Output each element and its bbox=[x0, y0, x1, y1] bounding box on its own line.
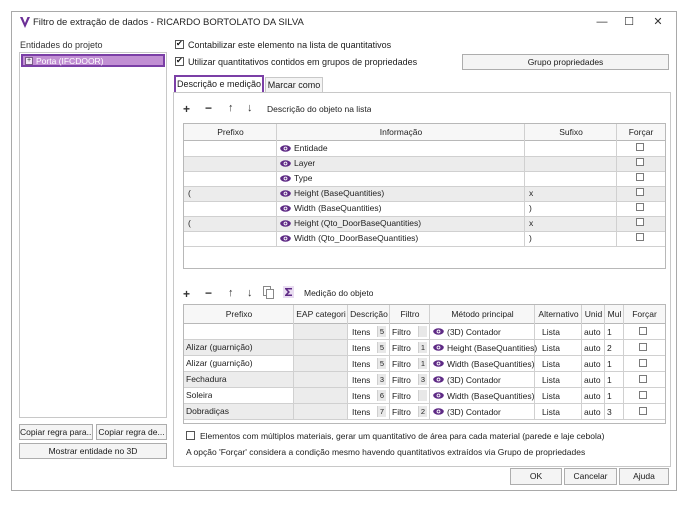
force-checkbox[interactable] bbox=[636, 173, 644, 181]
header-info: Informação bbox=[379, 127, 423, 137]
move-up-icon[interactable]: ↑ bbox=[228, 102, 234, 114]
header-force: Forçar bbox=[632, 309, 657, 319]
force-checkbox[interactable] bbox=[636, 158, 644, 166]
count-element-label: Contabilizar este elemento na lista de q… bbox=[188, 40, 392, 50]
remove-measure-icon[interactable]: − bbox=[205, 287, 212, 299]
eye-icon[interactable] bbox=[433, 360, 444, 367]
force-checkbox[interactable] bbox=[639, 375, 647, 383]
eye-icon[interactable] bbox=[433, 344, 444, 351]
use-property-groups-checkbox[interactable] bbox=[175, 56, 184, 66]
close-button[interactable]: ✕ bbox=[647, 15, 669, 30]
tab-mark-as[interactable]: Marcar como bbox=[265, 77, 323, 93]
description-index[interactable]: 6 bbox=[377, 390, 386, 401]
description-index[interactable]: 5 bbox=[377, 326, 386, 337]
header-suffix: Sufixo bbox=[559, 127, 583, 137]
header-force: Forçar bbox=[628, 127, 654, 137]
move-down-icon[interactable]: ↓ bbox=[247, 102, 253, 114]
entities-label: Entidades do projeto bbox=[20, 40, 103, 50]
property-group-button[interactable]: Grupo propriedades bbox=[462, 54, 669, 70]
header-unit: Unid bbox=[584, 309, 603, 319]
eye-icon[interactable] bbox=[280, 160, 291, 167]
header-prefix: Prefixo bbox=[217, 127, 244, 137]
measure-section-label: Medição do objeto bbox=[304, 288, 374, 298]
eye-icon[interactable] bbox=[280, 190, 291, 197]
multi-material-label: Elementos com múltiplos materiais, gerar… bbox=[200, 431, 605, 441]
header-filter: Filtro bbox=[400, 309, 420, 319]
force-checkbox[interactable] bbox=[639, 391, 647, 399]
header-prefix: Prefixo bbox=[225, 309, 253, 319]
entity-tree[interactable]: + Porta (IFCDOOR) bbox=[19, 52, 167, 418]
description-section-label: Descrição do objeto na lista bbox=[267, 104, 372, 114]
filter-index[interactable]: 3 bbox=[418, 374, 427, 385]
header-alternative: Alternativo bbox=[538, 309, 579, 319]
eye-icon[interactable] bbox=[280, 175, 291, 182]
force-checkbox[interactable] bbox=[636, 233, 644, 241]
count-element-checkbox[interactable] bbox=[175, 39, 184, 49]
eye-icon[interactable] bbox=[280, 220, 291, 227]
force-note: A opção 'Forçar' considera a condição me… bbox=[186, 447, 586, 457]
measure-grid[interactable]: Prefixo EAP categori Descrição Filtro Mé… bbox=[183, 304, 666, 424]
expand-icon[interactable]: + bbox=[25, 57, 33, 65]
cancel-button[interactable]: Cancelar bbox=[564, 468, 617, 485]
filter-index[interactable]: 1 bbox=[418, 358, 427, 369]
show-entity-3d-button[interactable]: Mostrar entidade no 3D bbox=[19, 443, 167, 459]
copy-rule-to-button[interactable]: Copiar regra para... bbox=[19, 424, 93, 440]
header-mul: Mul bbox=[607, 309, 622, 319]
filter-index[interactable] bbox=[418, 390, 427, 401]
tree-item-label: Porta (IFCDOOR) bbox=[36, 56, 104, 66]
add-measure-icon[interactable]: + bbox=[183, 288, 190, 300]
minimize-button[interactable]: — bbox=[591, 15, 613, 30]
force-checkbox[interactable] bbox=[639, 407, 647, 415]
header-description: Descrição bbox=[350, 309, 388, 319]
eye-icon[interactable] bbox=[280, 235, 291, 242]
title-bar[interactable]: Filtro de extração de dados - RICARDO BO… bbox=[12, 12, 676, 34]
eye-icon[interactable] bbox=[280, 205, 291, 212]
force-checkbox[interactable] bbox=[636, 203, 644, 211]
help-button[interactable]: Ajuda bbox=[619, 468, 669, 485]
sum-icon[interactable] bbox=[283, 286, 294, 298]
eye-icon[interactable] bbox=[433, 408, 444, 415]
filter-index[interactable]: 1 bbox=[418, 342, 427, 353]
force-checkbox[interactable] bbox=[639, 343, 647, 351]
force-checkbox[interactable] bbox=[636, 143, 644, 151]
description-index[interactable]: 5 bbox=[377, 342, 386, 353]
filter-index[interactable] bbox=[418, 326, 427, 337]
description-index[interactable]: 7 bbox=[377, 406, 386, 417]
use-property-groups-label: Utilizar quantitativos contidos em grupo… bbox=[188, 57, 418, 67]
description-grid[interactable]: Prefixo Informação Sufixo Forçar Entidad… bbox=[183, 123, 666, 269]
window-title: Filtro de extração de dados - RICARDO BO… bbox=[33, 17, 304, 28]
maximize-button[interactable]: ☐ bbox=[618, 15, 640, 30]
force-checkbox[interactable] bbox=[639, 359, 647, 367]
app-logo-icon bbox=[20, 17, 30, 28]
description-index[interactable]: 5 bbox=[377, 358, 386, 369]
filter-index[interactable]: 2 bbox=[418, 406, 427, 417]
eye-icon[interactable] bbox=[280, 145, 291, 152]
eye-icon[interactable] bbox=[433, 376, 444, 383]
move-up-measure-icon[interactable]: ↑ bbox=[228, 287, 234, 299]
force-checkbox[interactable] bbox=[636, 188, 644, 196]
description-index[interactable]: 3 bbox=[377, 374, 386, 385]
move-down-measure-icon[interactable]: ↓ bbox=[247, 287, 253, 299]
header-main-method: Método principal bbox=[451, 309, 514, 319]
eye-icon[interactable] bbox=[433, 392, 444, 399]
remove-icon[interactable]: − bbox=[205, 102, 212, 114]
tab-panel: + − ↑ ↓ Descrição do objeto na lista Pre… bbox=[173, 92, 671, 467]
force-checkbox[interactable] bbox=[639, 327, 647, 335]
multi-material-checkbox[interactable] bbox=[186, 431, 195, 440]
force-checkbox[interactable] bbox=[636, 218, 644, 226]
ok-button[interactable]: OK bbox=[510, 468, 562, 485]
dialog-window: Filtro de extração de dados - RICARDO BO… bbox=[11, 11, 677, 491]
copy-rule-from-button[interactable]: Copiar regra de... bbox=[96, 424, 167, 440]
header-eap: EAP categori bbox=[296, 309, 346, 319]
copy-icon[interactable] bbox=[263, 286, 274, 299]
eye-icon[interactable] bbox=[433, 328, 444, 335]
add-icon[interactable]: + bbox=[183, 103, 190, 115]
tree-item-door[interactable]: + Porta (IFCDOOR) bbox=[21, 54, 165, 67]
